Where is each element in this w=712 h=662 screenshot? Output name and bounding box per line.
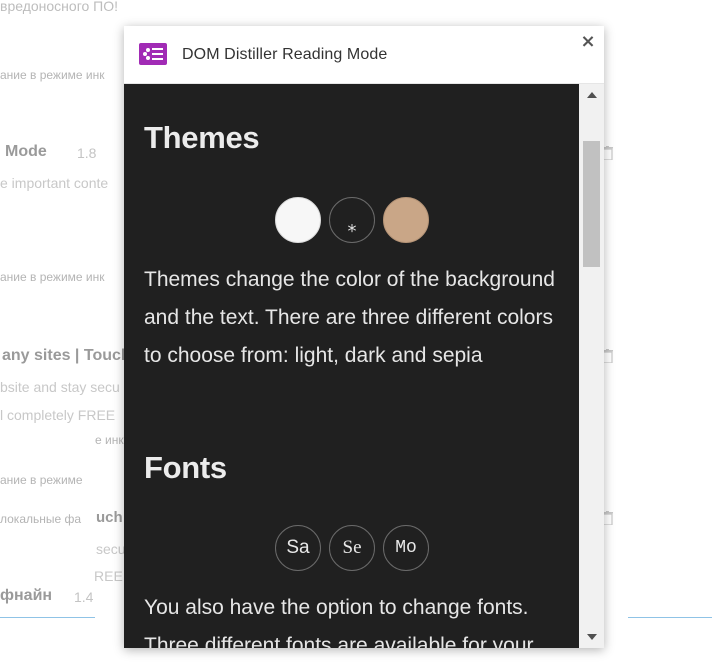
- fonts-heading: Fonts: [144, 450, 227, 485]
- extension-description: l completely FREE: [0, 407, 116, 423]
- scroll-up-arrow-icon[interactable]: [579, 84, 604, 106]
- extension-description: e important conte: [0, 175, 109, 191]
- incognito-status: ание в режиме инк: [0, 68, 105, 82]
- scrollbar[interactable]: [579, 84, 604, 648]
- reader-mode-app-icon: [139, 43, 167, 65]
- selected-marker: *: [347, 220, 357, 242]
- themes-description: Themes change the color of the backgroun…: [144, 268, 555, 367]
- themes-heading: Themes: [144, 120, 260, 155]
- incognito-status: ание в режиме инк: [0, 270, 105, 284]
- font-serif-button[interactable]: Se: [329, 525, 375, 571]
- incognito-status: ание в режиме: [0, 473, 83, 487]
- help-content: Themes * Themes change the color of the …: [124, 84, 579, 648]
- extension-version: 1.8: [77, 145, 97, 161]
- extension-description: bsite and stay secu: [0, 379, 120, 395]
- incognito-status: е инк: [95, 433, 124, 447]
- close-button[interactable]: ×: [579, 33, 597, 51]
- theme-dark-button[interactable]: *: [329, 197, 375, 243]
- extension-name: any sites | Touch: [2, 347, 131, 364]
- theme-light-button[interactable]: [275, 197, 321, 243]
- font-mono-button[interactable]: Mo: [383, 525, 429, 571]
- top-partial-text: вредоносного ПО!: [0, 0, 119, 14]
- extension-description: REE!: [94, 568, 127, 584]
- popup-title: DOM Distiller Reading Mode: [182, 46, 388, 63]
- scroll-down-arrow-icon[interactable]: [579, 626, 604, 648]
- font-sans-button[interactable]: Sa: [275, 525, 321, 571]
- popup-header: DOM Distiller Reading Mode ×: [124, 26, 604, 84]
- fonts-description: You also have the option to change fonts…: [144, 596, 534, 648]
- local-files-status: локальные фа: [0, 512, 82, 526]
- extension-version: 1.4: [74, 589, 94, 605]
- divider: [0, 617, 95, 618]
- extension-popup: DOM Distiller Reading Mode × Themes * Th…: [124, 26, 604, 648]
- extension-name: Mode: [5, 143, 47, 160]
- theme-sepia-button[interactable]: [383, 197, 429, 243]
- extension-name: uch: [96, 509, 123, 526]
- extension-description: secu: [96, 541, 126, 557]
- divider: [628, 617, 712, 618]
- extension-name: фнайн: [0, 587, 53, 604]
- scrollbar-thumb[interactable]: [583, 141, 600, 267]
